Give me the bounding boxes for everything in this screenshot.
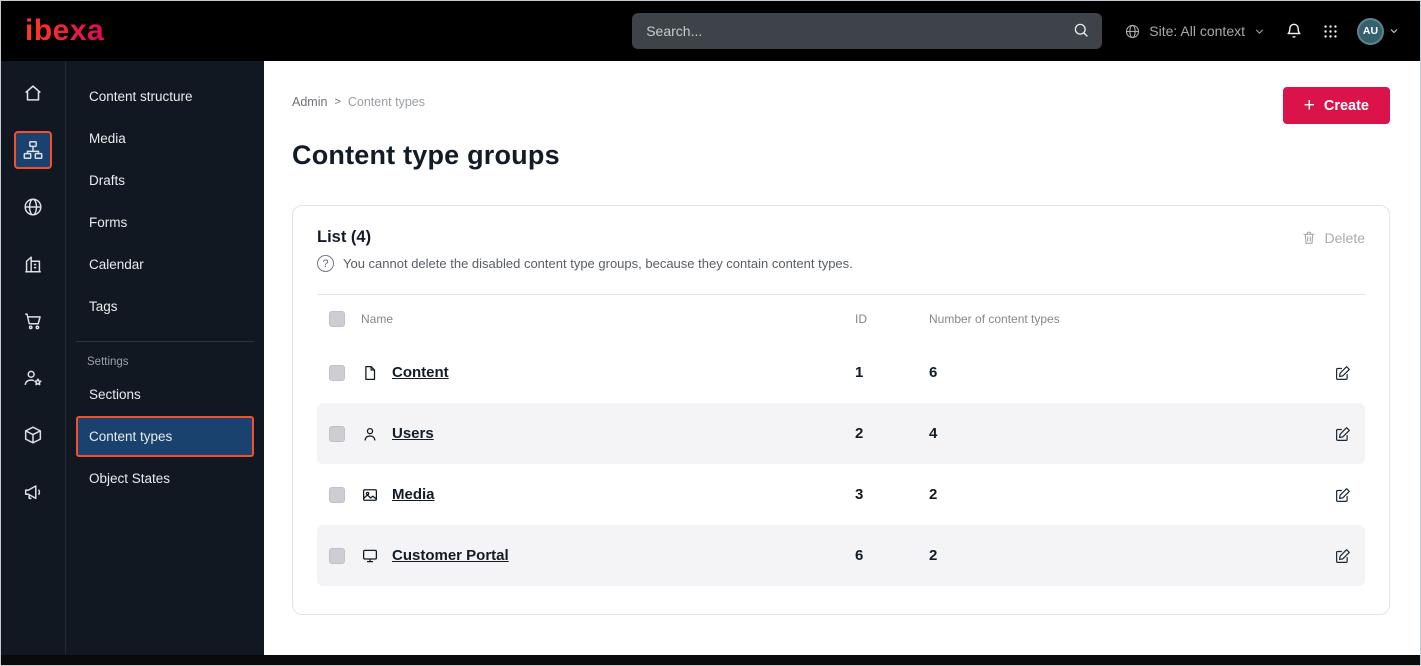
group-count: 2 bbox=[929, 486, 938, 503]
image-icon bbox=[361, 486, 379, 504]
row-checkbox[interactable] bbox=[329, 486, 345, 503]
sidebar-item-forms[interactable]: Forms bbox=[76, 202, 254, 243]
main-content: Admin > Content types + Create Content t… bbox=[264, 61, 1420, 655]
delete-button[interactable]: Delete bbox=[1301, 230, 1365, 246]
avatar: AU bbox=[1357, 17, 1384, 45]
table-row-customer-portal: Customer Portal 6 2 bbox=[317, 525, 1365, 586]
row-checkbox[interactable] bbox=[329, 547, 345, 564]
group-id: 6 bbox=[855, 547, 864, 564]
content-type-groups-table: Name ID Number of content types Content … bbox=[317, 294, 1365, 586]
group-id: 2 bbox=[855, 425, 864, 442]
trash-icon bbox=[1301, 230, 1317, 246]
sidebar-item-object-states[interactable]: Object States bbox=[76, 458, 254, 499]
delete-button-label: Delete bbox=[1324, 229, 1365, 246]
building-icon bbox=[22, 253, 44, 275]
ibexa-logo[interactable]: ibexa bbox=[25, 14, 104, 48]
row-checkbox[interactable] bbox=[329, 425, 345, 442]
rail-item-commerce[interactable] bbox=[14, 302, 52, 340]
table-row-media: Media 3 2 bbox=[317, 464, 1365, 525]
breadcrumb-separator: > bbox=[334, 96, 341, 108]
group-link[interactable]: Content bbox=[392, 364, 449, 381]
chevron-down-icon bbox=[1388, 25, 1400, 37]
breadcrumb: Admin > Content types bbox=[292, 95, 425, 109]
menu-sidebar: Content structure Media Drafts Forms Cal… bbox=[66, 61, 264, 655]
notifications-bell-icon[interactable] bbox=[1284, 21, 1304, 41]
group-link[interactable]: Users bbox=[392, 425, 434, 442]
group-id: 1 bbox=[855, 364, 864, 381]
site-context-selector[interactable]: Site: All context bbox=[1124, 23, 1266, 40]
home-icon bbox=[22, 82, 44, 104]
group-count: 4 bbox=[929, 425, 938, 442]
create-button-label: Create bbox=[1323, 97, 1369, 114]
globe-icon bbox=[1124, 23, 1141, 40]
search-input[interactable] bbox=[632, 13, 1103, 49]
rail-item-company[interactable] bbox=[14, 245, 52, 283]
group-link[interactable]: Customer Portal bbox=[392, 547, 509, 564]
rail-item-product-catalog[interactable] bbox=[14, 416, 52, 454]
user-menu[interactable]: AU bbox=[1357, 17, 1400, 45]
product-box-icon bbox=[22, 424, 44, 446]
icon-rail bbox=[1, 61, 66, 655]
site-context-label: Site: All context bbox=[1149, 23, 1245, 39]
sidebar-item-drafts[interactable]: Drafts bbox=[76, 160, 254, 201]
topbar-actions: Site: All context AU bbox=[1124, 17, 1400, 45]
search-icon[interactable] bbox=[1072, 21, 1090, 39]
group-count: 6 bbox=[929, 364, 938, 381]
edit-icon[interactable] bbox=[1334, 364, 1352, 382]
apps-grid-icon[interactable] bbox=[1322, 23, 1339, 40]
sidebar-item-tags[interactable]: Tags bbox=[76, 286, 254, 327]
select-all-checkbox[interactable] bbox=[329, 311, 345, 327]
user-icon bbox=[361, 425, 379, 443]
content-tree-icon bbox=[22, 139, 44, 161]
top-bar: ibexa Site: All context bbox=[1, 1, 1420, 61]
sidebar-item-media[interactable]: Media bbox=[76, 118, 254, 159]
group-count: 2 bbox=[929, 547, 938, 564]
breadcrumb-admin[interactable]: Admin bbox=[292, 95, 327, 109]
sidebar-item-calendar[interactable]: Calendar bbox=[76, 244, 254, 285]
global-search bbox=[632, 13, 1103, 49]
settings-section-label: Settings bbox=[76, 341, 254, 370]
rail-item-dashboard[interactable] bbox=[14, 74, 52, 112]
globe-icon bbox=[22, 196, 44, 218]
page-title: Content type groups bbox=[292, 140, 560, 170]
edit-icon[interactable] bbox=[1334, 547, 1352, 565]
table-header-row: Name ID Number of content types bbox=[317, 295, 1365, 342]
rail-item-marketing[interactable] bbox=[14, 473, 52, 511]
column-header-id: ID bbox=[855, 312, 867, 326]
list-title: List (4) bbox=[317, 228, 372, 246]
sidebar-item-content-structure[interactable]: Content structure bbox=[76, 76, 254, 117]
info-note: ? You cannot delete the disabled content… bbox=[317, 255, 1365, 272]
content-type-groups-card: List (4) Delete ? You cannot delete the … bbox=[292, 205, 1390, 615]
plus-icon: + bbox=[1303, 95, 1315, 116]
table-row-content: Content 1 6 bbox=[317, 342, 1365, 403]
help-icon: ? bbox=[317, 255, 334, 272]
column-header-count: Number of content types bbox=[929, 312, 1060, 326]
bottom-bar bbox=[1, 655, 1420, 665]
edit-icon[interactable] bbox=[1334, 486, 1352, 504]
breadcrumb-content-types: Content types bbox=[347, 95, 426, 109]
create-button[interactable]: + Create bbox=[1282, 87, 1390, 124]
table-row-users: Users 2 4 bbox=[317, 403, 1365, 464]
megaphone-icon bbox=[22, 481, 44, 503]
app-window: ibexa Site: All context bbox=[0, 0, 1421, 666]
edit-icon[interactable] bbox=[1334, 425, 1352, 443]
customers-icon bbox=[22, 367, 44, 389]
rail-item-site[interactable] bbox=[14, 188, 52, 226]
sidebar-item-content-types[interactable]: Content types bbox=[76, 416, 254, 457]
chevron-down-icon bbox=[1253, 25, 1266, 38]
column-header-name: Name bbox=[361, 312, 394, 326]
rail-item-content[interactable] bbox=[14, 131, 52, 169]
info-text: You cannot delete the disabled content t… bbox=[343, 256, 853, 271]
group-link[interactable]: Media bbox=[392, 486, 435, 503]
group-id: 3 bbox=[855, 486, 864, 503]
monitor-icon bbox=[361, 547, 379, 565]
row-checkbox[interactable] bbox=[329, 364, 345, 381]
sidebar-item-sections[interactable]: Sections bbox=[76, 374, 254, 415]
cart-icon bbox=[22, 310, 44, 332]
file-icon bbox=[361, 364, 379, 382]
rail-item-customers[interactable] bbox=[14, 359, 52, 397]
